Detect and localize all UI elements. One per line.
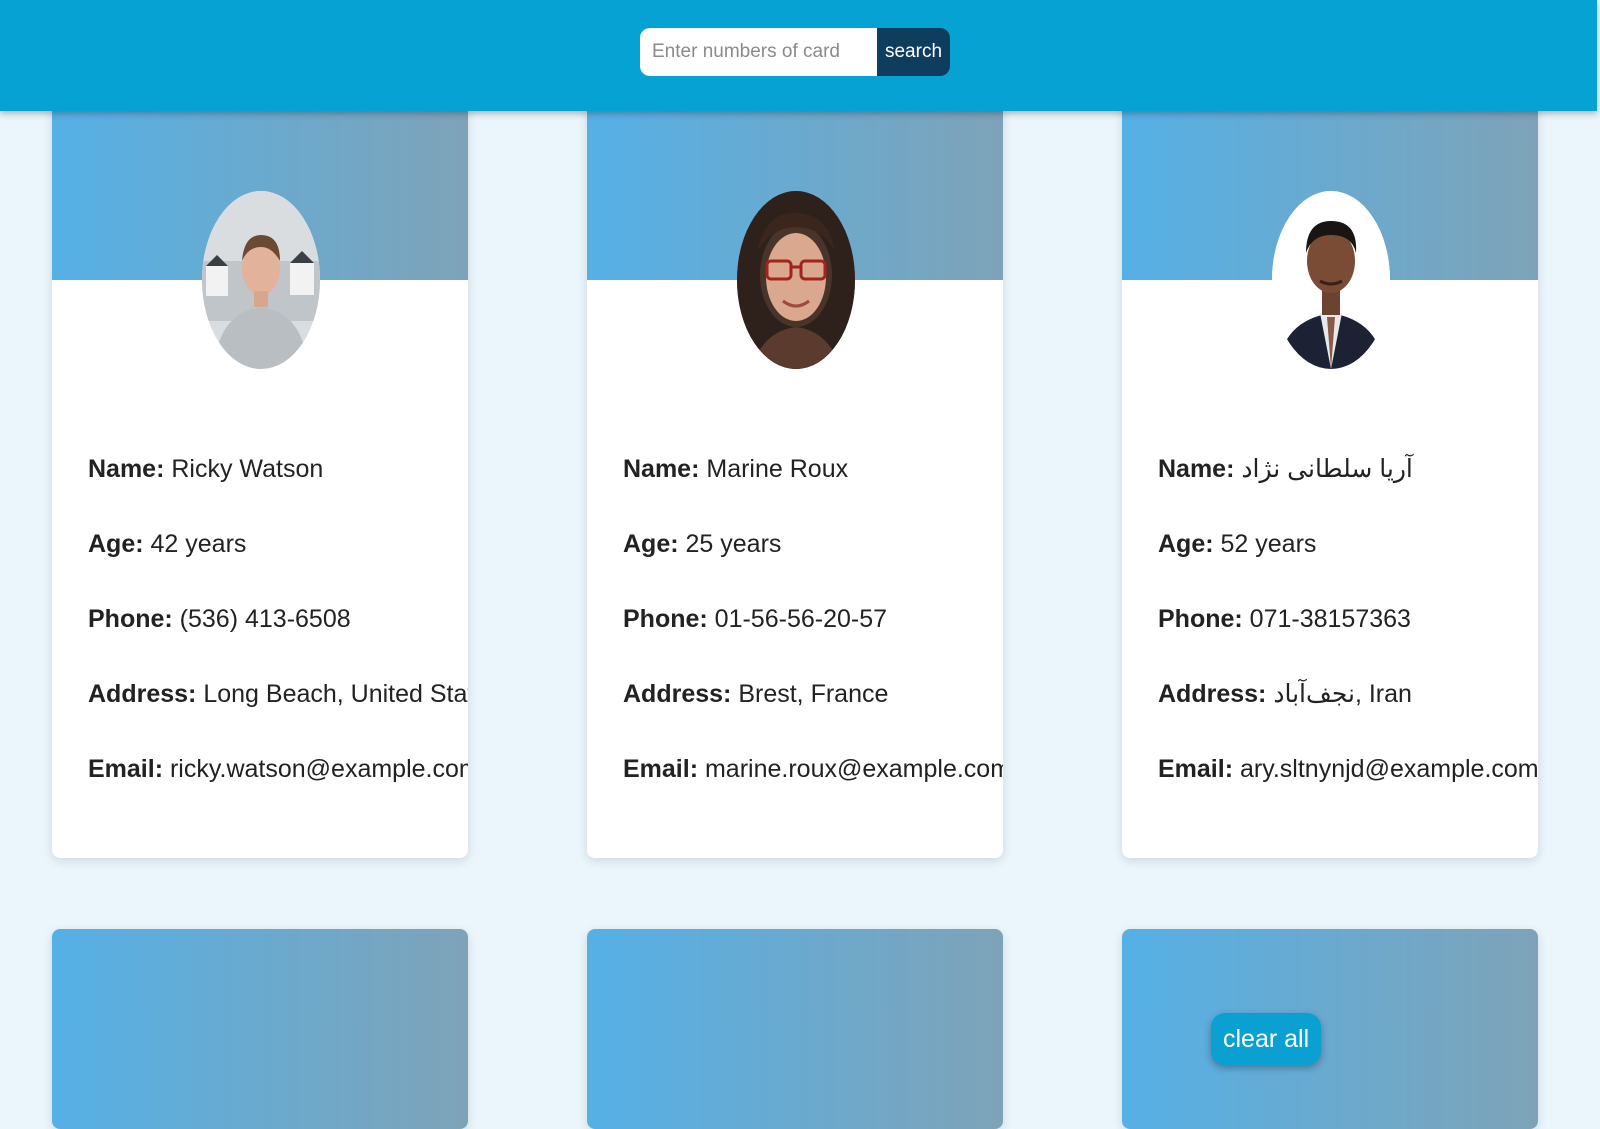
age-field: Age: 52 years	[1158, 529, 1528, 604]
card-header	[587, 929, 1003, 1129]
address-label: Address:	[88, 680, 197, 708]
search-form: search	[640, 28, 950, 76]
age-label: Age:	[623, 530, 679, 558]
top-bar: search	[0, 0, 1597, 111]
address-label: Address:	[1158, 680, 1267, 708]
name-field: Name: Marine Roux	[623, 454, 993, 529]
user-card: Name: آریا سلطانی نژاد Age: 52 years Pho…	[1122, 70, 1538, 858]
email-value: marine.roux@example.com	[704, 755, 1003, 783]
email-label: Email:	[88, 755, 164, 783]
search-button[interactable]: search	[877, 28, 950, 76]
card-body: Name: آریا سلطانی نژاد Age: 52 years Pho…	[1158, 454, 1538, 829]
address-label: Address:	[623, 680, 732, 708]
email-label: Email:	[623, 755, 699, 783]
address-value: Brest, France	[738, 680, 889, 708]
phone-field: Phone: (536) 413-6508	[88, 604, 458, 679]
address-field: Address: Long Beach, United States	[88, 679, 468, 754]
name-value: Ricky Watson	[171, 455, 324, 483]
user-card	[52, 929, 468, 1129]
phone-value: 01-56-56-20-57	[714, 605, 888, 633]
avatar	[202, 191, 320, 369]
name-label: Name:	[623, 455, 700, 483]
address-field: Address: نجف‌آباد, Iran	[1158, 679, 1528, 754]
card-body: Name: Ricky Watson Age: 42 years Phone: …	[88, 454, 468, 829]
name-value: آریا سلطانی نژاد	[1241, 455, 1413, 483]
address-value: Long Beach, United States	[203, 680, 468, 708]
name-field: Name: Ricky Watson	[88, 454, 458, 529]
email-field: Email: marine.roux@example.com	[623, 754, 1003, 829]
email-field: Email: ricky.watson@example.com	[88, 754, 468, 829]
card-header	[1122, 929, 1538, 1129]
phone-label: Phone:	[623, 605, 708, 633]
phone-field: Phone: 071-38157363	[1158, 604, 1528, 679]
phone-value: (536) 413-6508	[179, 605, 351, 633]
age-value: 52 years	[1220, 530, 1317, 558]
card-body: Name: Marine Roux Age: 25 years Phone: 0…	[623, 454, 1003, 829]
phone-value: 071-38157363	[1249, 605, 1411, 633]
email-value: ary.sltnynjd@example.com	[1239, 755, 1538, 783]
phone-label: Phone:	[1158, 605, 1243, 633]
clear-all-button[interactable]: clear all	[1211, 1013, 1322, 1065]
name-label: Name:	[1158, 455, 1235, 483]
user-card: Name: Ricky Watson Age: 42 years Phone: …	[52, 70, 468, 858]
address-field: Address: Brest, France	[623, 679, 993, 754]
name-field: Name: آریا سلطانی نژاد	[1158, 454, 1528, 529]
user-card	[1122, 929, 1538, 1129]
age-value: 25 years	[685, 530, 782, 558]
user-card: Name: Marine Roux Age: 25 years Phone: 0…	[587, 70, 1003, 858]
name-value: Marine Roux	[706, 455, 849, 483]
address-value: نجف‌آباد, Iran	[1273, 680, 1412, 708]
search-input[interactable]	[640, 28, 877, 76]
avatar	[737, 191, 855, 369]
email-field: Email: ary.sltnynjd@example.com	[1158, 754, 1538, 829]
phone-field: Phone: 01-56-56-20-57	[623, 604, 993, 679]
age-label: Age:	[88, 530, 144, 558]
name-label: Name:	[88, 455, 165, 483]
email-label: Email:	[1158, 755, 1234, 783]
age-field: Age: 25 years	[623, 529, 993, 604]
phone-label: Phone:	[88, 605, 173, 633]
card-header	[52, 929, 468, 1129]
avatar	[1272, 191, 1390, 369]
user-card	[587, 929, 1003, 1129]
age-label: Age:	[1158, 530, 1214, 558]
email-value: ricky.watson@example.com	[169, 755, 468, 783]
age-field: Age: 42 years	[88, 529, 458, 604]
age-value: 42 years	[150, 530, 247, 558]
